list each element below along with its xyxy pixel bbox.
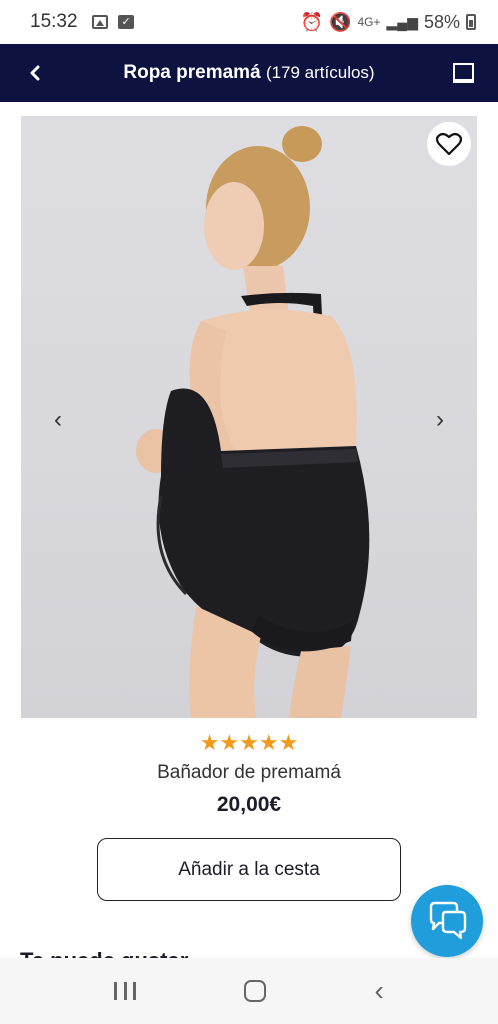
rating-stars: ★★★★★ — [199, 730, 299, 755]
signal-icon: ▂▄▆ — [386, 13, 418, 30]
view-toggle-button[interactable] — [428, 44, 498, 102]
alarm-icon: ⏰ — [300, 11, 324, 32]
status-time: 15:32 — [30, 11, 78, 32]
page-title: Ropa premamá (179 artículos) — [70, 62, 428, 84]
grid-view-icon — [452, 63, 474, 83]
app-bar: Ropa premamá (179 artículos) — [0, 44, 498, 102]
item-count: (179 artículos) — [265, 63, 375, 82]
product-photo — [136, 126, 370, 718]
page-title-text: Ropa premamá — [123, 62, 261, 83]
back-button[interactable] — [0, 44, 70, 102]
gallery-notification-icon — [91, 15, 108, 29]
recent-apps-button[interactable] — [114, 982, 137, 1000]
chevron-left-icon — [30, 65, 40, 81]
carousel-prev-arrow[interactable]: ‹ — [43, 406, 73, 434]
product-name[interactable]: Bañador de premamá — [0, 762, 498, 784]
system-nav-bar: ‹ — [0, 958, 498, 1024]
favorite-button[interactable] — [427, 122, 471, 166]
heart-outline-icon — [436, 132, 462, 156]
network-type: 4G+ — [357, 15, 381, 29]
home-button[interactable] — [244, 980, 267, 1002]
chat-bubbles-icon — [429, 901, 467, 940]
add-to-cart-button[interactable]: Añadir a la cesta — [97, 838, 401, 901]
mute-icon: 🔇 — [329, 11, 352, 32]
product-image-carousel[interactable]: ‹ › — [21, 116, 477, 718]
battery-icon — [466, 14, 476, 30]
product-price: 20,00€ — [216, 793, 282, 816]
system-back-button[interactable]: ‹ — [375, 977, 384, 1005]
status-bar: 15:32 ⏰ 🔇 4G+ ▂▄▆ 58% — [0, 0, 498, 44]
battery-percent: 58% — [423, 11, 460, 32]
carousel-next-arrow[interactable]: › — [425, 406, 455, 434]
chat-button[interactable] — [411, 885, 483, 957]
checkbox-notification-icon — [117, 15, 134, 29]
